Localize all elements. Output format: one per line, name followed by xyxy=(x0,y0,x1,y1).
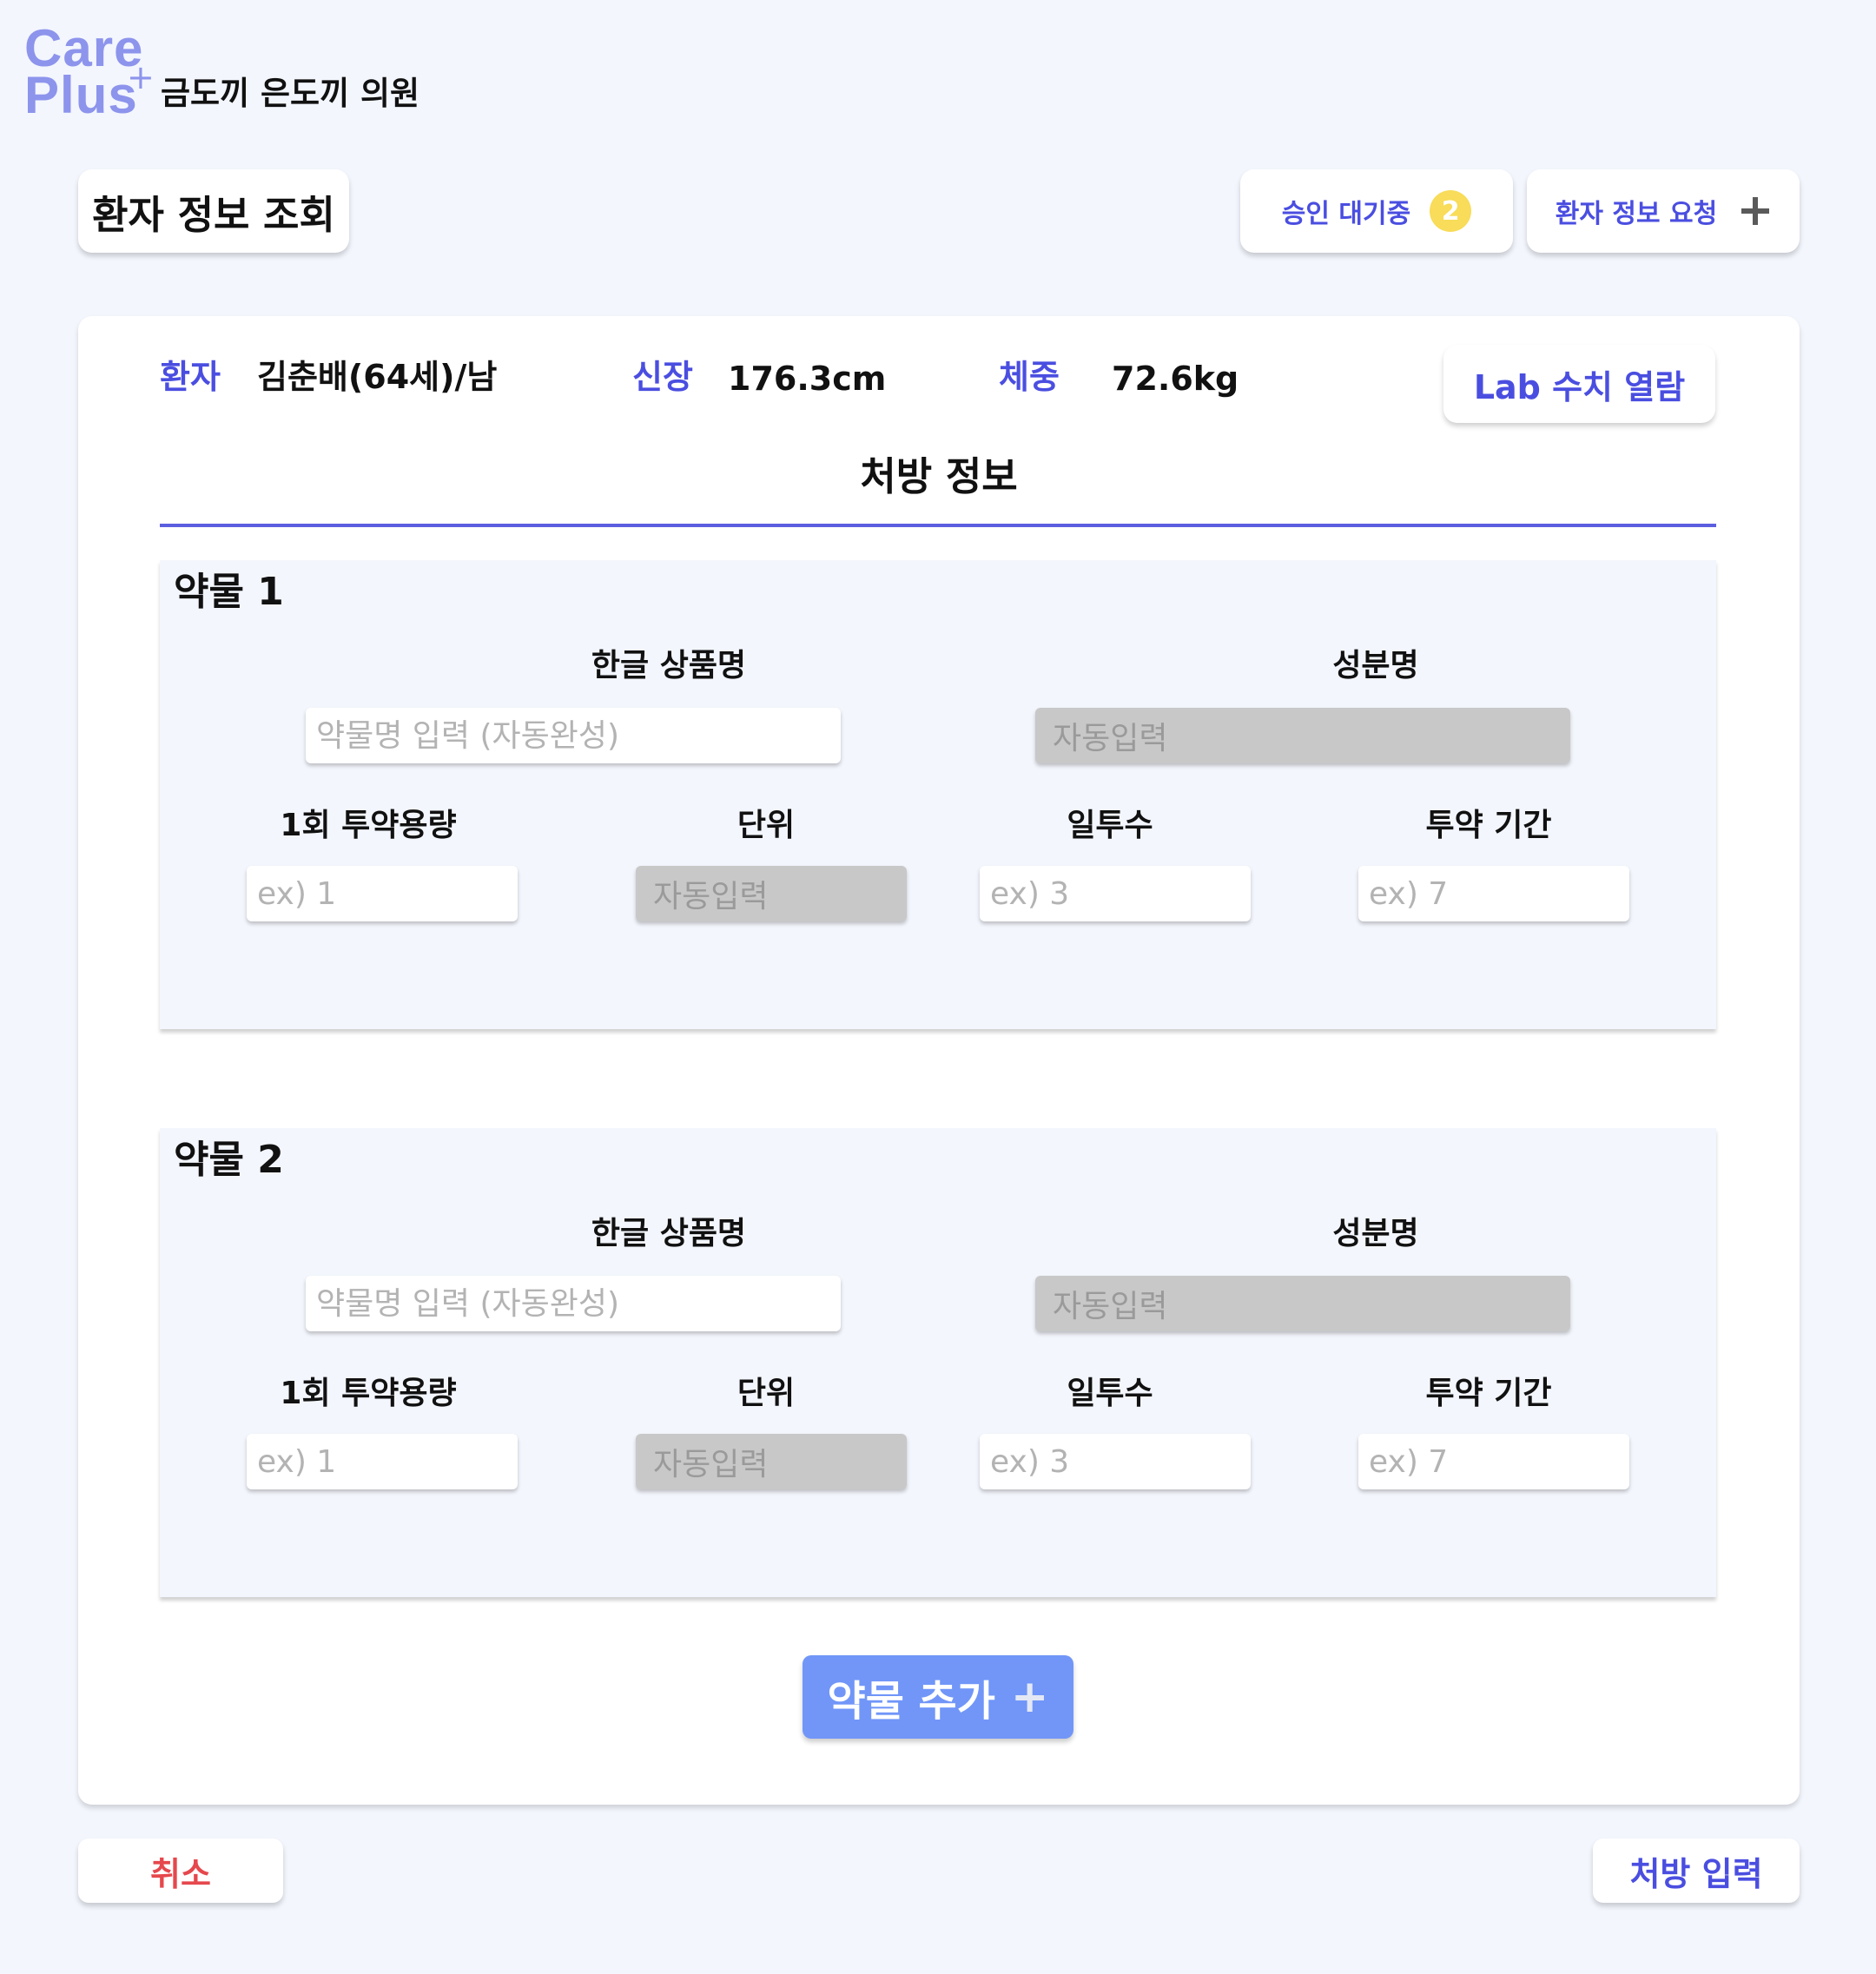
plus-icon xyxy=(1740,188,1771,234)
logo-plus-text: Plus xyxy=(24,66,138,124)
period-label: 투약 기간 xyxy=(1425,1376,1552,1411)
product-name-label: 한글 상품명 xyxy=(591,648,747,683)
drug-block-2: 약물 2 한글 상품명 성분명 자동입력 1회 투약용량 단위 자동입력 일투수… xyxy=(160,1128,1716,1597)
product-name-input[interactable] xyxy=(306,1276,841,1331)
page-title: 환자 정보 조회 xyxy=(92,191,335,238)
daily-count-label: 일투수 xyxy=(1067,808,1153,843)
page-title-box: 환자 정보 조회 xyxy=(78,169,349,253)
patient-value: 김춘배(64세)/남 xyxy=(257,358,498,396)
ingredient-auto-field: 자동입력 xyxy=(1035,1276,1570,1331)
unit-auto-field: 자동입력 xyxy=(636,866,907,921)
pending-count-badge: 2 xyxy=(1430,190,1472,232)
dose-label: 1회 투약용량 xyxy=(280,808,457,843)
period-label: 투약 기간 xyxy=(1425,808,1552,843)
cancel-label: 취소 xyxy=(150,1854,211,1893)
unit-label: 단위 xyxy=(737,1376,796,1411)
daily-count-input[interactable] xyxy=(980,1434,1251,1489)
request-patient-info-button[interactable]: 환자 정보 요청 xyxy=(1527,169,1800,253)
prescription-section-title: 처방 정보 xyxy=(860,453,1018,499)
section-divider xyxy=(160,524,1716,527)
daily-count-input[interactable] xyxy=(980,866,1251,921)
submit-prescription-button[interactable]: 처방 입력 xyxy=(1593,1839,1800,1903)
daily-count-label: 일투수 xyxy=(1067,1376,1153,1411)
period-input[interactable] xyxy=(1358,866,1629,921)
pending-approval-button[interactable]: 승인 대기중 2 xyxy=(1240,169,1513,253)
ingredient-label: 성분명 xyxy=(1332,1216,1419,1251)
cancel-button[interactable]: 취소 xyxy=(78,1839,283,1903)
weight-label: 체중 xyxy=(999,358,1060,396)
drug-block-1: 약물 1 한글 상품명 성분명 자동입력 1회 투약용량 단위 자동입력 일투수… xyxy=(160,560,1716,1029)
dose-label: 1회 투약용량 xyxy=(280,1376,457,1411)
add-drug-button[interactable]: 약물 추가 + xyxy=(803,1655,1073,1739)
unit-auto-field: 자동입력 xyxy=(636,1434,907,1489)
period-input[interactable] xyxy=(1358,1434,1629,1489)
drug-title: 약물 2 xyxy=(174,1138,284,1182)
request-patient-info-label: 환자 정보 요청 xyxy=(1555,199,1718,229)
lab-values-label: Lab 수치 열람 xyxy=(1473,367,1686,406)
unit-label: 단위 xyxy=(737,808,796,843)
submit-prescription-label: 처방 입력 xyxy=(1629,1854,1763,1893)
patient-label: 환자 xyxy=(160,358,221,396)
lab-values-button[interactable]: Lab 수치 열람 xyxy=(1443,345,1715,423)
weight-value: 72.6kg xyxy=(1112,360,1239,398)
logo-cross-icon: + xyxy=(127,58,155,96)
plus-icon: + xyxy=(1010,1671,1049,1723)
ingredient-label: 성분명 xyxy=(1332,648,1419,683)
height-value: 176.3cm xyxy=(728,360,887,398)
pending-approval-label: 승인 대기중 xyxy=(1281,199,1411,229)
dose-input[interactable] xyxy=(247,866,518,921)
clinic-name: 금도끼 은도끼 의원 xyxy=(161,75,420,112)
add-drug-label: 약물 추가 xyxy=(827,1677,995,1726)
dose-input[interactable] xyxy=(247,1434,518,1489)
drug-title: 약물 1 xyxy=(174,570,284,614)
product-name-label: 한글 상품명 xyxy=(591,1216,747,1251)
height-label: 신장 xyxy=(632,358,693,396)
product-name-input[interactable] xyxy=(306,708,841,763)
ingredient-auto-field: 자동입력 xyxy=(1035,708,1570,763)
